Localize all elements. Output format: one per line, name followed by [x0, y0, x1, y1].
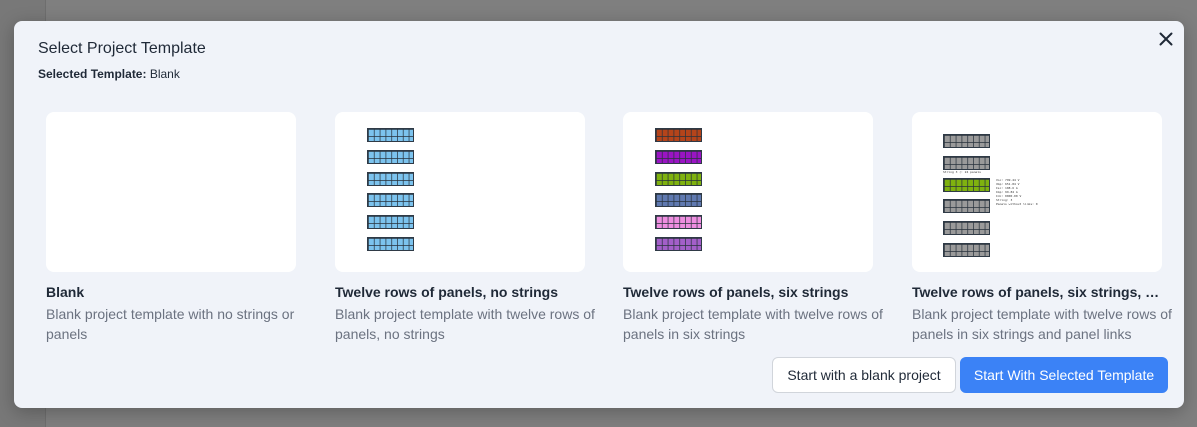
panel-row-preview [943, 243, 990, 257]
panel-row-preview [943, 221, 990, 235]
selected-template-value: Blank [149, 67, 180, 81]
panel-row-preview [943, 178, 990, 192]
panel-row-preview [943, 156, 990, 170]
template-name: Twelve rows of panels, six strings [623, 284, 849, 300]
template-description: Blank project template with no strings o… [46, 306, 295, 342]
panel-row-preview [655, 150, 702, 164]
panel-row-preview [367, 150, 414, 164]
panel-row-preview [943, 199, 990, 213]
panel-row-preview [367, 237, 414, 251]
template-description: Blank project template with twelve rows … [623, 306, 883, 342]
panel-row-preview [655, 237, 702, 251]
close-icon [1159, 32, 1173, 46]
start-blank-project-button[interactable]: Start with a blank project [772, 357, 956, 393]
selected-template-info: Selected Template: Blank [38, 67, 180, 81]
template-card-blank[interactable]: Blank Blank project template with no str… [46, 112, 296, 344]
panel-row-preview [367, 172, 414, 186]
template-name: Blank [46, 284, 85, 300]
panel-row-preview [367, 215, 414, 229]
template-description: Blank project template with twelve rows … [912, 306, 1172, 342]
selected-template-label: Selected Template: [38, 67, 147, 81]
preview-string-caption: String 3 (: 24 panels [943, 170, 981, 174]
template-preview[interactable] [623, 112, 873, 272]
template-name: Twelve rows of panels, no strings [335, 284, 559, 300]
panel-row-preview [367, 193, 414, 207]
panel-row-preview [655, 193, 702, 207]
panel-row-preview [367, 128, 414, 142]
template-card-twelve-rows-no-strings[interactable]: Twelve rows of panels, no strings Blank … [335, 112, 595, 344]
dialog-title: Select Project Template [38, 40, 206, 57]
template-preview[interactable] [335, 112, 585, 272]
template-card-twelve-rows-six-strings[interactable]: Twelve rows of panels, six strings Blank… [623, 112, 883, 344]
panel-row-preview [655, 172, 702, 186]
panel-row-preview [943, 134, 990, 148]
template-card-twelve-rows-six-strings-links[interactable]: String 3 (: 24 panels Voc: 799.44 V Vmp:… [912, 112, 1172, 344]
panel-row-preview [655, 128, 702, 142]
start-with-selected-template-button[interactable]: Start With Selected Template [960, 357, 1168, 393]
template-preview[interactable] [46, 112, 296, 272]
preview-string-details: Voc: 799.44 V Vmp: 651.84 V Isc: 108.6 A… [996, 178, 1038, 206]
template-name: Twelve rows of panels, six strings, pane… [912, 284, 1160, 300]
template-preview[interactable]: String 3 (: 24 panels Voc: 799.44 V Vmp:… [912, 112, 1162, 272]
select-template-dialog: Select Project Template Selected Templat… [14, 21, 1184, 408]
panel-row-preview [655, 215, 702, 229]
close-button[interactable] [1156, 29, 1176, 49]
template-description: Blank project template with twelve rows … [335, 306, 595, 342]
